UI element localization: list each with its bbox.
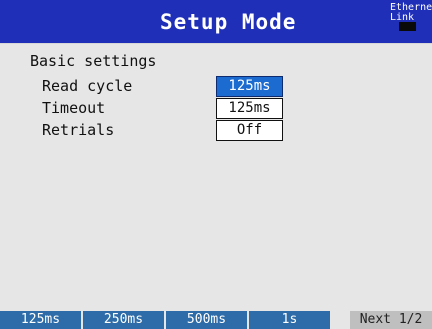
softkey-500ms[interactable]: 500ms (166, 311, 247, 329)
divider (0, 43, 432, 44)
read-cycle-label: Read cycle (42, 77, 133, 95)
section-title: Basic settings (30, 52, 157, 70)
softkey-1s[interactable]: 1s (249, 311, 330, 329)
timeout-label: Timeout (42, 99, 106, 117)
read-cycle-field[interactable]: 125ms (216, 76, 283, 97)
retrials-label: Retrials (42, 121, 115, 139)
softkey-125ms[interactable]: 125ms (0, 311, 81, 329)
softkey-bar: 125ms 250ms 500ms 1s Next 1/2 (0, 311, 432, 329)
timeout-field[interactable]: 125ms (216, 98, 283, 119)
title-bar: Setup Mode Ethernet Link (0, 0, 432, 43)
page-title: Setup Mode (160, 10, 297, 34)
ethernet-link-status: Ethernet Link (390, 3, 432, 23)
link-indicator-icon (399, 22, 416, 31)
retrials-field[interactable]: Off (216, 120, 283, 141)
softkey-250ms[interactable]: 250ms (83, 311, 164, 329)
softkey-next[interactable]: Next 1/2 (350, 311, 432, 329)
